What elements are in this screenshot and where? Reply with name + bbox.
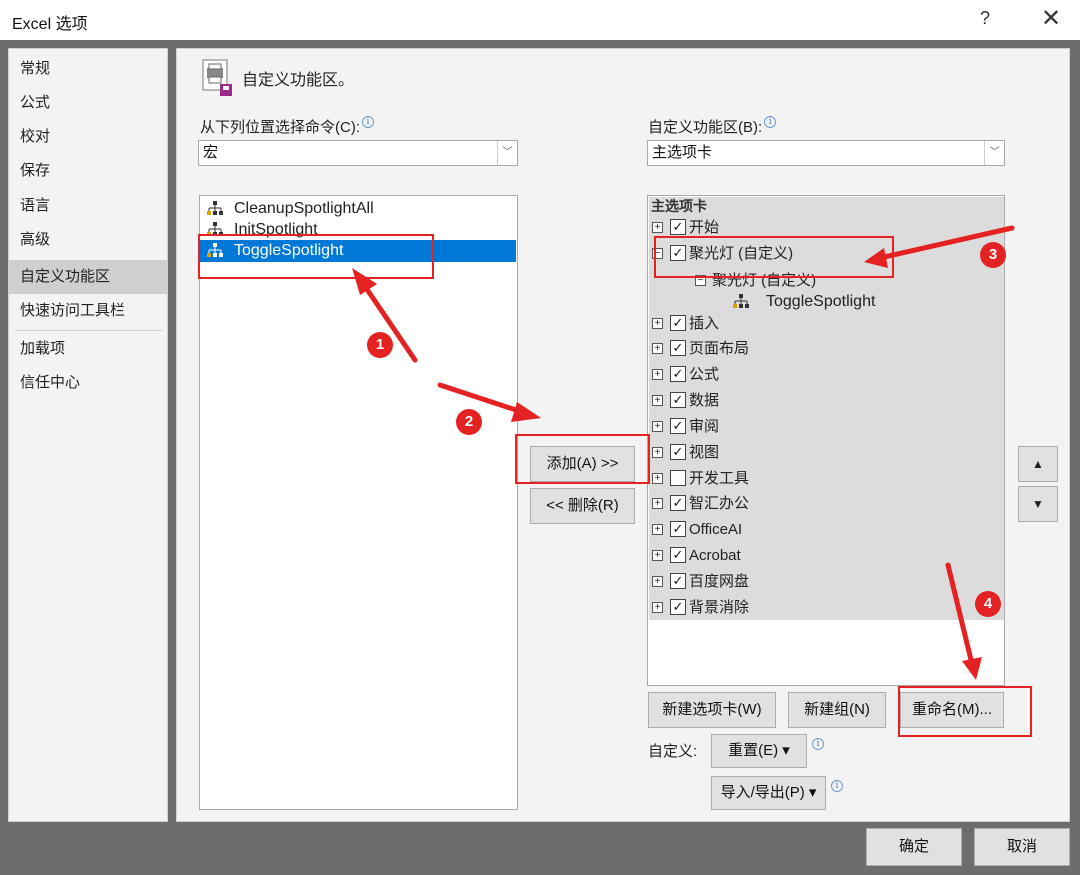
arrow-2	[437, 382, 528, 416]
arrow-3-head	[864, 248, 888, 268]
arrow-1-head	[352, 268, 377, 295]
step-badge-3: 3	[980, 242, 1006, 268]
arrow-4-head	[962, 657, 982, 680]
step-badge-2: 2	[456, 409, 482, 435]
annotation-arrows	[352, 225, 1015, 680]
arrow-2-head	[511, 402, 541, 422]
arrow-4	[945, 562, 975, 667]
step-badge-4: 4	[975, 591, 1001, 617]
step-badge-1: 1	[367, 332, 393, 358]
